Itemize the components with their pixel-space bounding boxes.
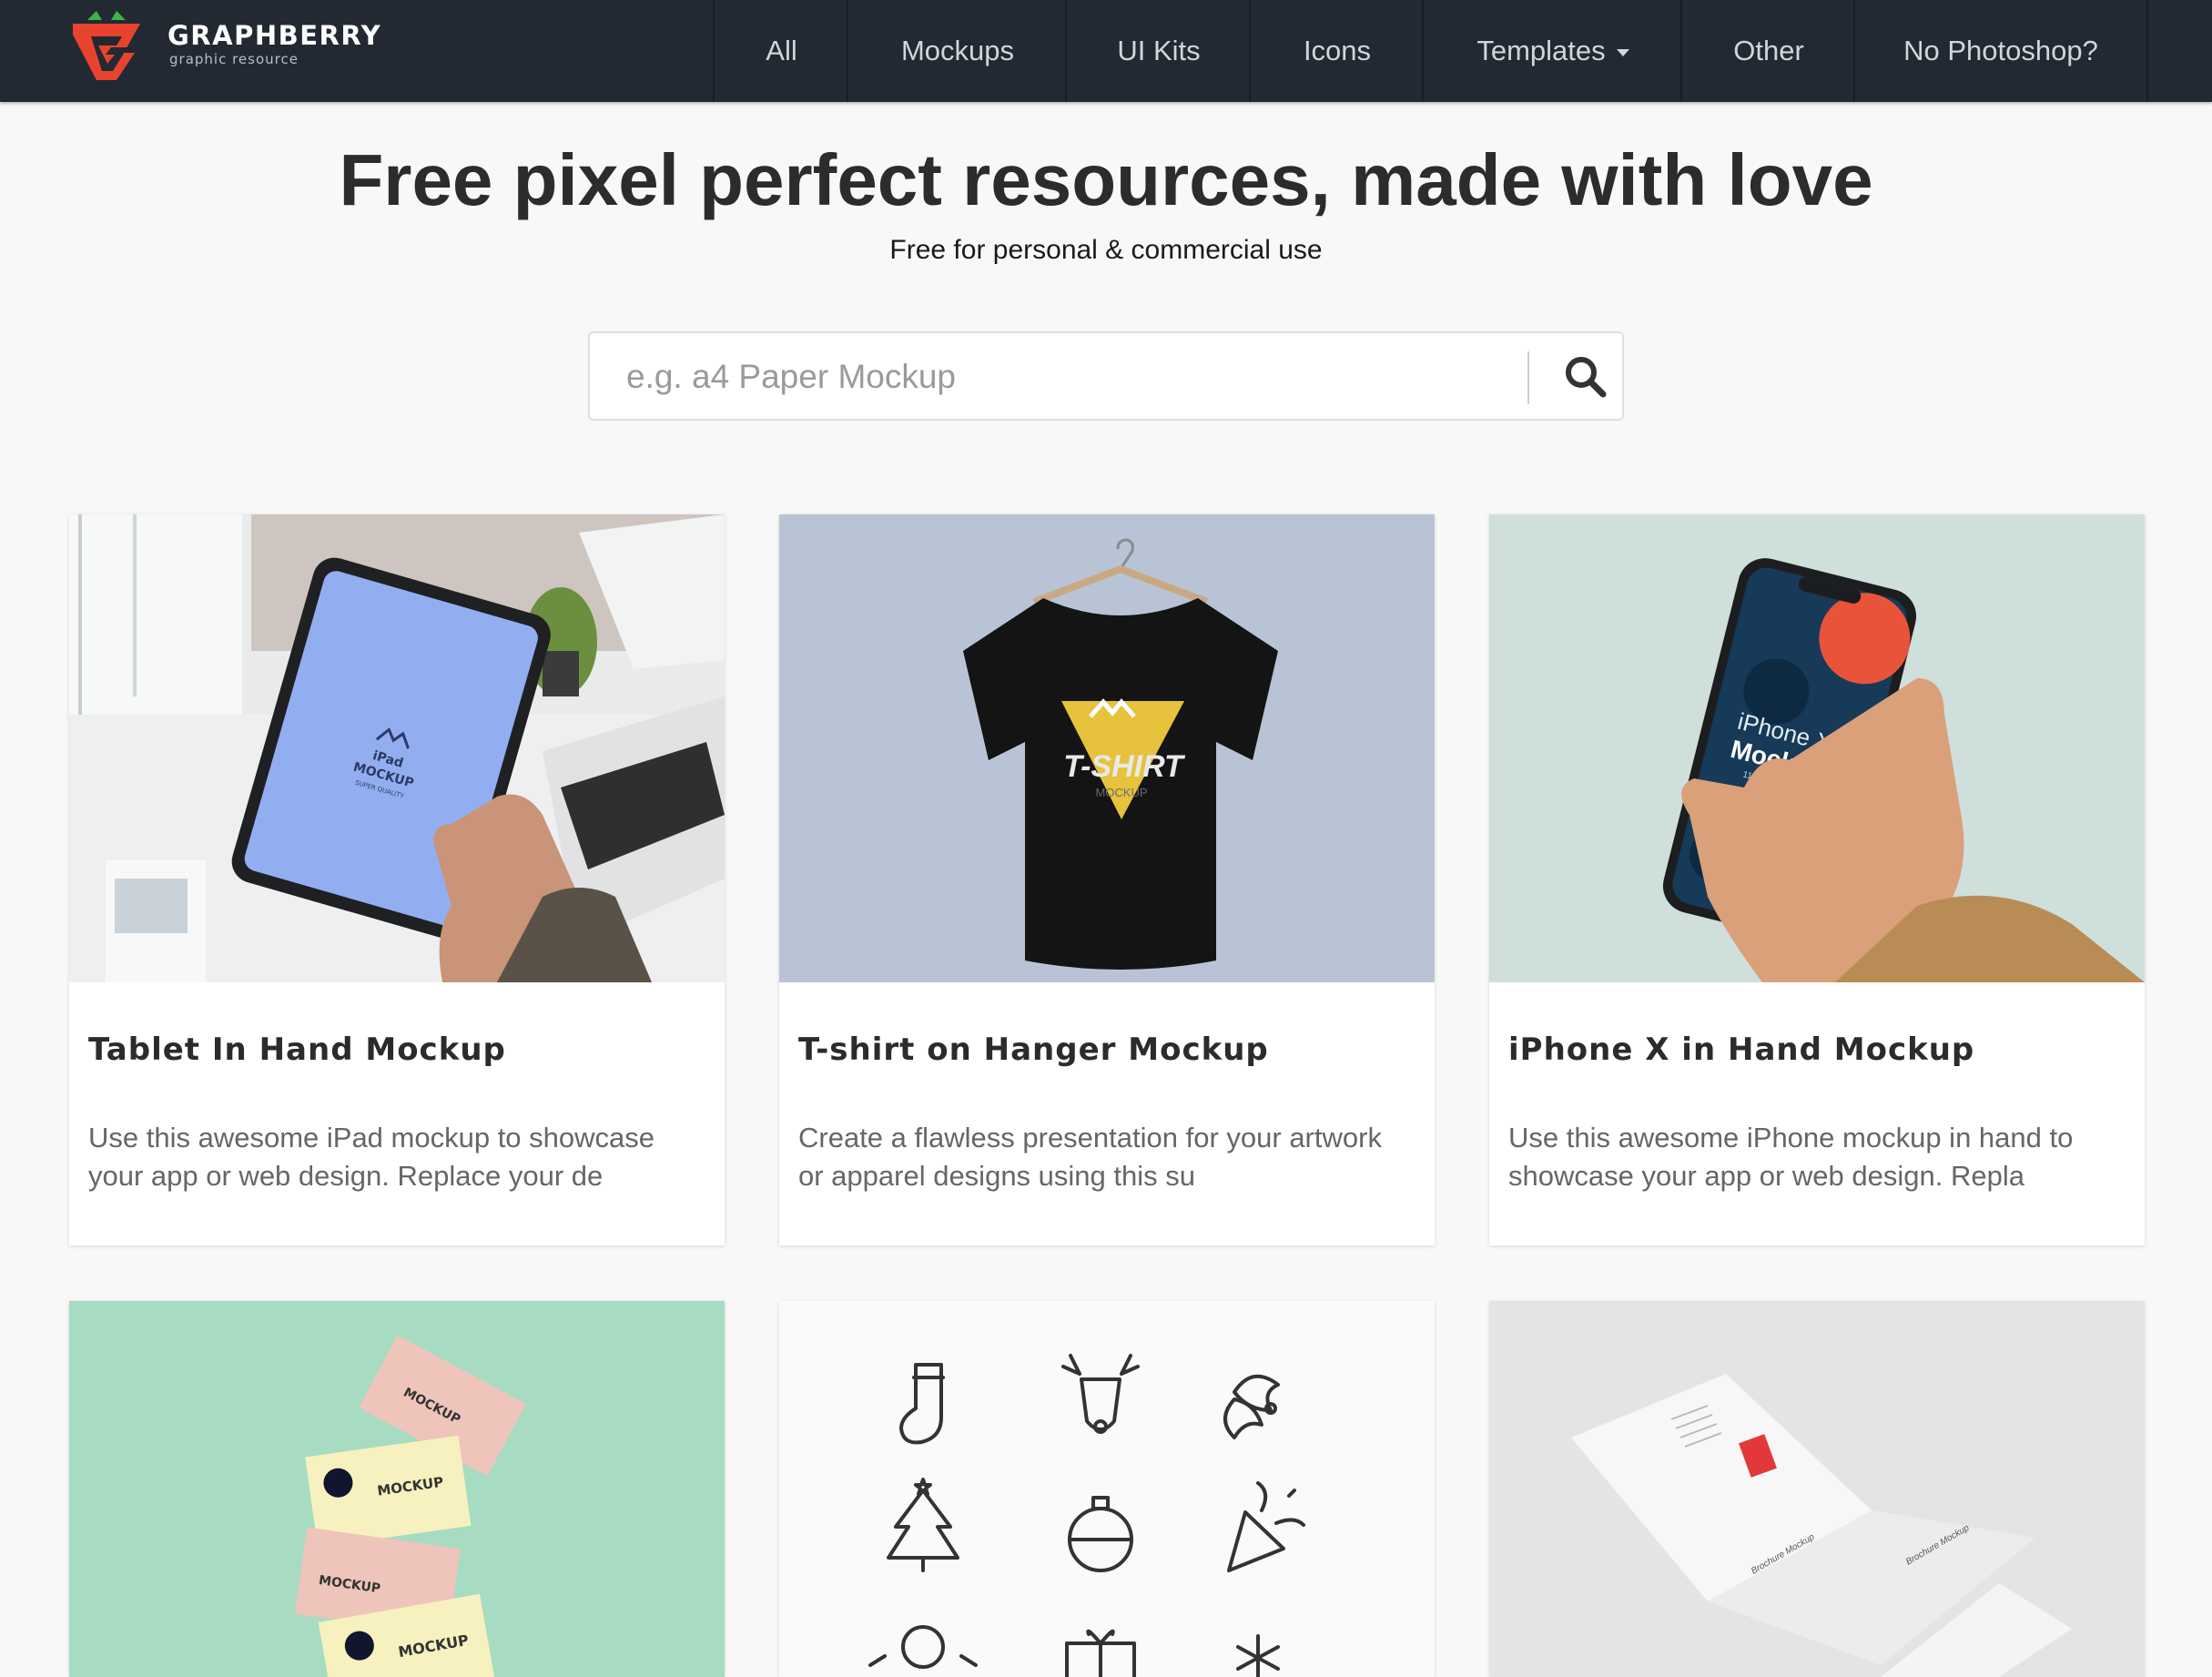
resource-card-iphone[interactable]: iPhone X Mockup 1125x2436px iPhone X in … xyxy=(1489,514,2145,1245)
search-input[interactable] xyxy=(624,333,1538,421)
nav-other-label: Other xyxy=(1733,35,1804,66)
brand-tagline: graphic resource xyxy=(169,51,299,67)
graphberry-logo-icon[interactable] xyxy=(67,5,146,84)
resource-card-tshirt[interactable]: T-SHIRT MOCKUP T-shirt on Hanger Mockup … xyxy=(779,514,1435,1245)
resource-card-tablet[interactable]: iPad MOCKUP SUPER QUALITY Tablet In Hand… xyxy=(69,514,725,1245)
card-image-tablet[interactable]: iPad MOCKUP SUPER QUALITY xyxy=(69,514,725,982)
card-description: Use this awesome iPhone mockup in hand t… xyxy=(1508,1122,2074,1192)
nav-other[interactable]: Other xyxy=(1680,0,1855,102)
card-title[interactable]: iPhone X in Hand Mockup xyxy=(1508,1032,2126,1068)
nav-templates-label: Templates xyxy=(1476,35,1606,66)
nav-icons[interactable]: Icons xyxy=(1249,0,1424,102)
brand-name: GRAPHBERRY xyxy=(167,20,382,51)
card-image-tshirt-sub-text: MOCKUP xyxy=(1095,786,1147,799)
nav-ui-kits[interactable]: UI Kits xyxy=(1065,0,1251,102)
hero-title: Free pixel perfect resources, made with … xyxy=(339,139,1873,220)
card-image-tshirt-label-text: T-SHIRT xyxy=(1063,749,1186,784)
card-title[interactable]: Tablet In Hand Mockup xyxy=(88,1032,706,1068)
hero-subtitle: Free for personal & commercial use xyxy=(889,235,1323,265)
search-bar xyxy=(588,331,1624,421)
top-navbar: GRAPHBERRY graphic resource All Mockups … xyxy=(0,0,2212,102)
resource-card-brochure[interactable]: Brochure Mockup Brochure Mockup xyxy=(1489,1301,2145,1677)
card-image-iphone[interactable]: iPhone X Mockup 1125x2436px xyxy=(1489,514,2145,982)
nav-icons-label: Icons xyxy=(1303,35,1372,66)
card-title[interactable]: T-shirt on Hanger Mockup xyxy=(798,1032,1416,1068)
card-image-business-cards[interactable]: MOCKUP MOCKUP MOCKUP MOCKUP xyxy=(69,1301,725,1677)
card-description: Use this awesome iPad mockup to showcase… xyxy=(88,1122,655,1192)
resource-card-christmas-icons[interactable] xyxy=(779,1301,1435,1677)
caret-down-icon xyxy=(1616,49,1629,56)
resource-card-business-cards[interactable]: MOCKUP MOCKUP MOCKUP MOCKUP xyxy=(69,1301,725,1677)
card-image-brochure[interactable]: Brochure Mockup Brochure Mockup xyxy=(1489,1301,2145,1677)
nav-mockups-label: Mockups xyxy=(900,35,1015,66)
search-divider xyxy=(1527,351,1529,404)
nav-all-label: All xyxy=(766,35,797,66)
nav-no-photoshop-label: No Photoshop? xyxy=(1903,35,2098,66)
nav-all[interactable]: All xyxy=(713,0,848,102)
card-image-christmas-icons[interactable] xyxy=(779,1301,1435,1677)
search-icon[interactable] xyxy=(1562,353,1609,401)
card-image-tshirt[interactable]: T-SHIRT MOCKUP xyxy=(779,514,1435,982)
nav-mockups[interactable]: Mockups xyxy=(847,0,1067,102)
nav-ui-kits-label: UI Kits xyxy=(1117,35,1201,66)
nav-no-photoshop[interactable]: No Photoshop? xyxy=(1853,0,2148,102)
card-description: Create a flawless presentation for your … xyxy=(798,1122,1382,1192)
nav-templates-dropdown[interactable]: Templates xyxy=(1422,0,1682,102)
brand[interactable]: GRAPHBERRY graphic resource xyxy=(167,20,381,67)
